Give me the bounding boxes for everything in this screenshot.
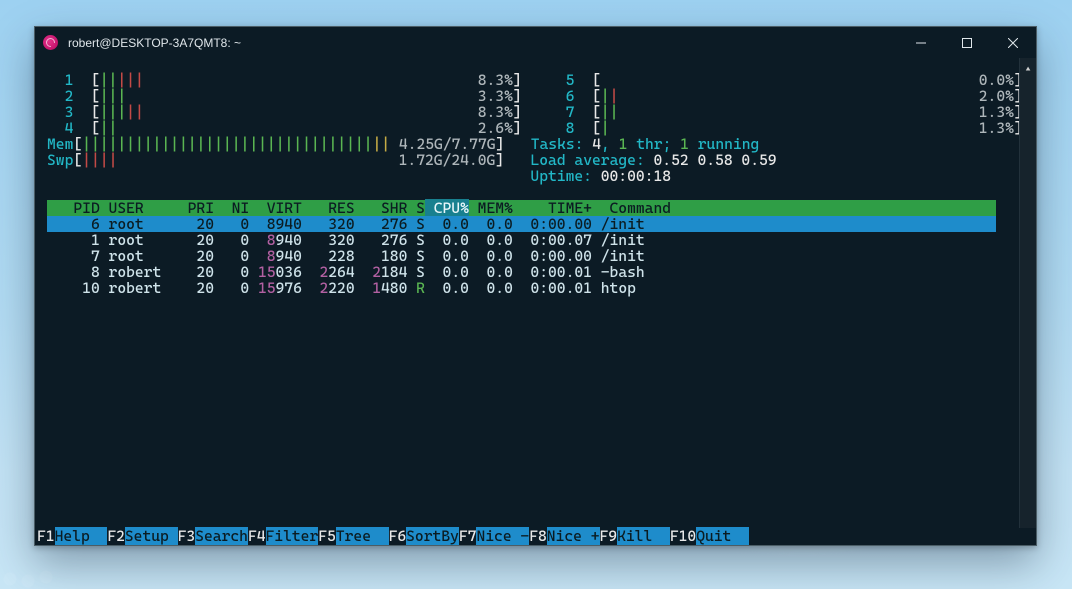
minimize-button[interactable] <box>898 27 944 58</box>
terminal-window: robert@DESKTOP-3A7QMT8: ~ 1 [||||| 8.3%]… <box>34 26 1037 546</box>
terminal-viewport[interactable]: 1 [||||| 8.3%] 5 [ 0.0%] 2 [||| 3.3%] 6 … <box>35 58 1036 528</box>
scrollbar-up-icon[interactable]: ▴ <box>1025 62 1031 78</box>
htop-function-keys[interactable]: F1Help F2Setup F3SearchF4FilterF5Tree F6… <box>35 528 1036 545</box>
htop-output: 1 [||||| 8.3%] 5 [ 0.0%] 2 [||| 3.3%] 6 … <box>35 58 1019 528</box>
terminal-scrollbar[interactable]: ▴ <box>1019 58 1036 528</box>
close-button[interactable] <box>990 27 1036 58</box>
window-titlebar[interactable]: robert@DESKTOP-3A7QMT8: ~ <box>35 27 1036 58</box>
debian-icon <box>43 35 58 50</box>
window-title: robert@DESKTOP-3A7QMT8: ~ <box>68 35 241 51</box>
maximize-button[interactable] <box>944 27 990 58</box>
desktop-wallpaper: robert@DESKTOP-3A7QMT8: ~ 1 [||||| 8.3%]… <box>0 0 1072 589</box>
